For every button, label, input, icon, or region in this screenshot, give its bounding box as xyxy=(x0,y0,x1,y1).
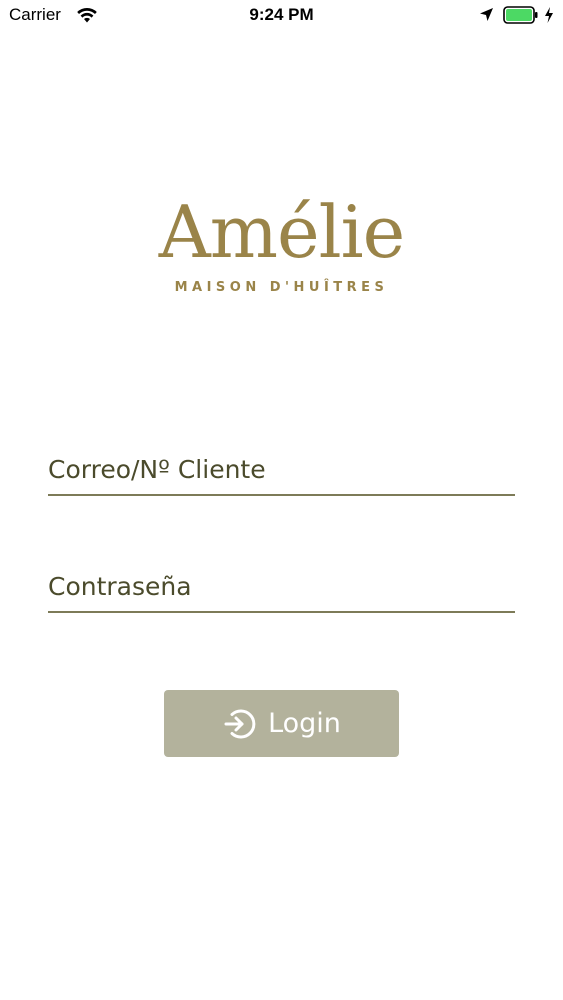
password-input[interactable] xyxy=(48,561,515,611)
password-field xyxy=(48,561,515,613)
logo-wordmark: Amélie xyxy=(158,190,406,274)
email-field xyxy=(48,444,515,496)
login-button[interactable]: Login xyxy=(164,690,399,757)
login-arrow-icon xyxy=(222,707,256,741)
battery-icon xyxy=(503,6,539,24)
charging-bolt-icon xyxy=(544,7,554,23)
logo-tagline: MAISON D'HUÎTRES xyxy=(174,280,389,295)
brand-logo: Amélie MAISON D'HUÎTRES xyxy=(0,190,563,295)
email-input[interactable] xyxy=(48,444,515,494)
location-icon xyxy=(479,7,494,22)
login-label: Login xyxy=(268,708,341,739)
status-bar: Carrier 9:24 PM xyxy=(0,0,563,32)
